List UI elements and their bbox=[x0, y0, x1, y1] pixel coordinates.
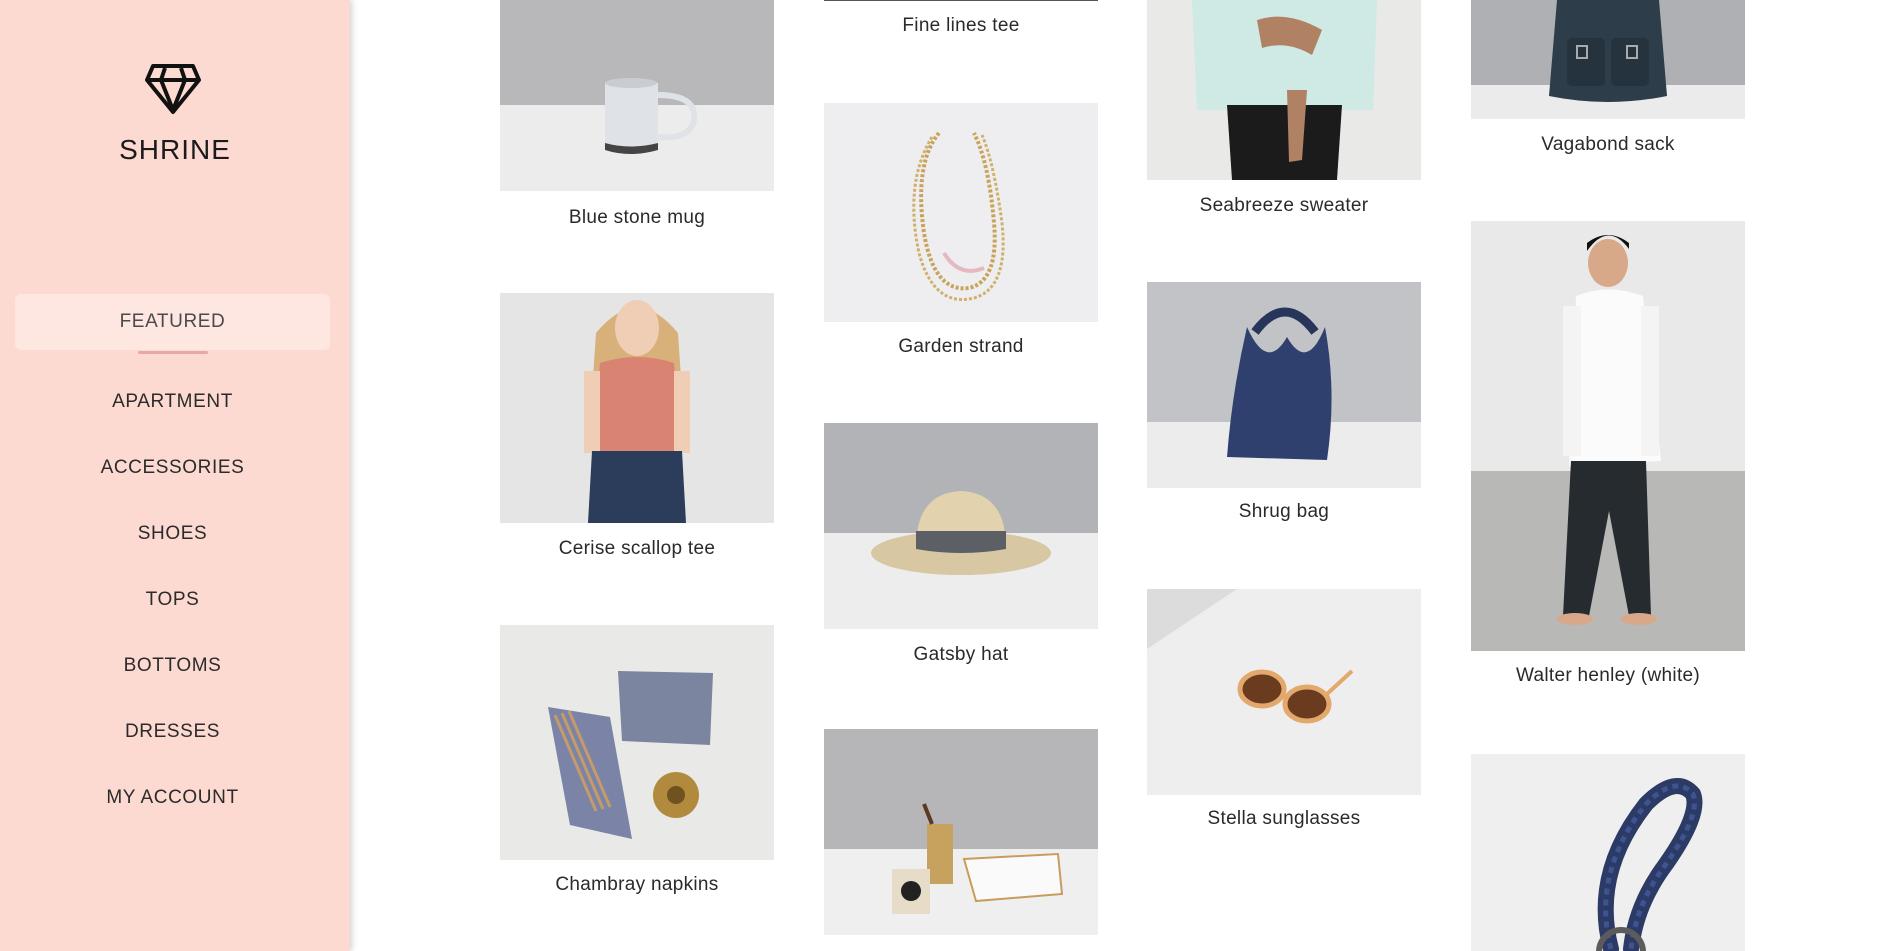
product-image bbox=[824, 103, 1098, 322]
product-image bbox=[1471, 0, 1745, 119]
product-image-edge bbox=[824, 0, 1098, 1]
product-name: Blue stone mug bbox=[568, 207, 706, 228]
product-name: Gatsby hat bbox=[913, 644, 1009, 665]
nav-item-bottoms[interactable]: BOTTOMS bbox=[15, 638, 330, 694]
product-image bbox=[1147, 589, 1421, 795]
product-image bbox=[500, 293, 774, 523]
brand-title: SHRINE bbox=[119, 134, 231, 165]
product-name: Walter henley (white) bbox=[1515, 665, 1701, 686]
nav-item-label: BOTTOMS bbox=[123, 655, 222, 676]
product-name: Stella sunglasses bbox=[1207, 808, 1361, 829]
product-name: Fine lines tee bbox=[902, 15, 1020, 36]
nav-item-label: TOPS bbox=[145, 589, 200, 610]
product-name: Shrug bag bbox=[1238, 501, 1330, 522]
app-root: SHRINE FEATURED APARTMENT ACCESSORIES SH… bbox=[0, 0, 1888, 951]
nav-item-featured[interactable]: FEATURED bbox=[15, 294, 330, 354]
product-image bbox=[500, 0, 774, 191]
nav-item-label: DRESSES bbox=[124, 721, 220, 742]
diamond-logo-icon bbox=[145, 60, 201, 116]
product-name: Garden strand bbox=[898, 336, 1024, 357]
product-image bbox=[500, 625, 774, 860]
product-name: Seabreeze sweater bbox=[1199, 195, 1369, 216]
product-name: Vagabond sack bbox=[1541, 134, 1675, 155]
nav-item-accessories[interactable]: ACCESSORIES bbox=[15, 440, 330, 496]
nav-item-label: APARTMENT bbox=[112, 391, 233, 412]
nav-item-label: ACCESSORIES bbox=[100, 457, 245, 478]
nav-item-label: SHOES bbox=[137, 523, 208, 544]
sidebar-menu: SHRINE FEATURED APARTMENT ACCESSORIES SH… bbox=[0, 0, 350, 951]
active-indicator bbox=[138, 351, 208, 354]
product-name: Chambray napkins bbox=[555, 874, 719, 895]
nav-item-shoes[interactable]: SHOES bbox=[15, 506, 330, 562]
product-image bbox=[1471, 754, 1745, 951]
product-image bbox=[824, 729, 1098, 935]
product-image bbox=[824, 423, 1098, 629]
nav-item-dresses[interactable]: DRESSES bbox=[15, 704, 330, 760]
nav-item-tops[interactable]: TOPS bbox=[15, 572, 330, 628]
nav-item-label: MY ACCOUNT bbox=[106, 787, 239, 808]
product-image bbox=[1147, 0, 1421, 180]
nav-item-apartment[interactable]: APARTMENT bbox=[15, 374, 330, 430]
product-image bbox=[1471, 221, 1745, 651]
nav-item-my-account[interactable]: MY ACCOUNT bbox=[15, 770, 330, 826]
nav-item-label: FEATURED bbox=[119, 311, 226, 332]
product-image bbox=[1147, 282, 1421, 488]
product-name: Cerise scallop tee bbox=[558, 538, 716, 559]
